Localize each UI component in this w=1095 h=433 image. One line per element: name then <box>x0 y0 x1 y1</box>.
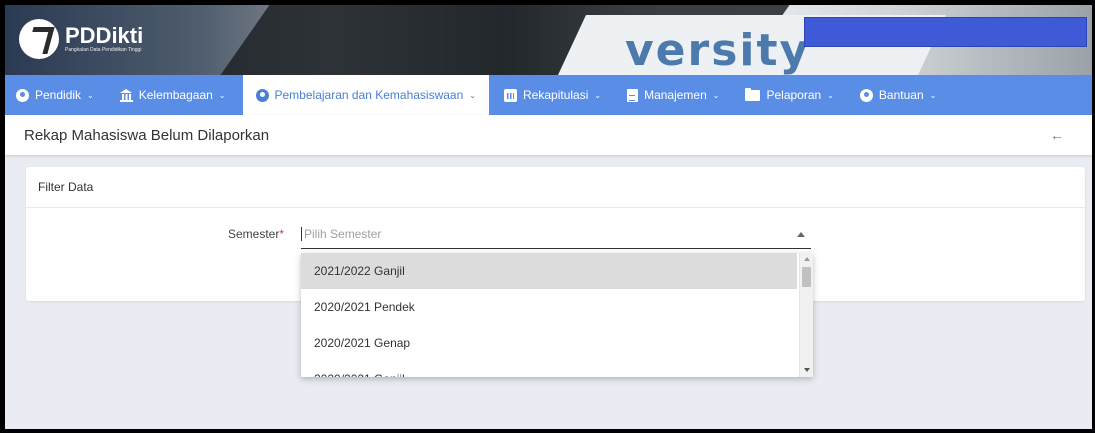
nav-item-rekapitulasi[interactable]: Rekapitulasi ⌄ <box>493 75 612 115</box>
folder-icon <box>745 87 761 101</box>
nav-item-bantuan[interactable]: Bantuan ⌄ <box>849 75 947 115</box>
back-arrow-icon[interactable]: ← <box>1050 127 1064 143</box>
user-info-box[interactable] <box>804 17 1087 47</box>
nav-item-label: Pembelajaran dan Kemahasiswaan <box>274 88 464 102</box>
chevron-down-icon: ⌄ <box>469 90 476 100</box>
nav-item-label: Pelaporan <box>766 88 822 102</box>
semester-label: Semester* <box>227 227 284 241</box>
nav-item-label: Bantuan <box>878 88 924 102</box>
dropdown-option[interactable]: 2021/2022 Ganjil <box>301 253 797 289</box>
chevron-down-icon: ⌄ <box>218 90 226 100</box>
nav-item-kelembagaan[interactable]: Kelembagaan ⌄ <box>109 75 237 115</box>
chevron-down-icon: ⌄ <box>929 90 937 100</box>
nav-item-label: Pendidik <box>35 88 82 102</box>
chart-icon <box>504 88 517 102</box>
required-mark: * <box>279 227 284 241</box>
filter-card-header: Filter Data <box>26 167 1085 208</box>
app-window: versity PDDikti Pangkalan Data Pendidika… <box>5 5 1092 429</box>
header-banner: versity PDDikti Pangkalan Data Pendidika… <box>5 5 1092 75</box>
nav-item-label: Manajemen <box>644 88 707 102</box>
nav-item-pelaporan[interactable]: Pelaporan ⌄ <box>734 75 844 115</box>
page-title: Rekap Mahasiswa Belum Dilaporkan <box>24 126 270 144</box>
caret-up-icon[interactable] <box>797 232 805 237</box>
chevron-down-icon: ⌄ <box>87 90 94 100</box>
scroll-down-icon[interactable] <box>804 368 810 372</box>
dropdown-option[interactable]: 2020/2021 Ganjil <box>301 361 797 377</box>
bank-icon <box>119 88 133 102</box>
nav-item-label: Kelembagaan <box>138 88 213 102</box>
chevron-down-icon: ⌄ <box>594 90 602 100</box>
logo-icon <box>19 19 59 59</box>
chevron-down-icon: ⌄ <box>712 90 720 100</box>
main-nav: Pendidik ⌄ Kelembagaan ⌄ Pembelajaran da… <box>5 75 1092 115</box>
document-icon <box>627 88 639 102</box>
dropdown-option[interactable]: 2020/2021 Genap <box>301 325 797 361</box>
dropdown-scrollbar[interactable] <box>799 253 813 377</box>
nav-item-pendidik[interactable]: Pendidik ⌄ <box>5 75 105 115</box>
semester-select[interactable] <box>301 219 811 249</box>
pddikti-logo[interactable]: PDDikti Pangkalan Data Pendidikan Tinggi <box>19 19 143 59</box>
chevron-down-icon: ⌄ <box>827 90 834 100</box>
nav-item-manajemen[interactable]: Manajemen ⌄ <box>616 75 730 115</box>
user-circle-icon <box>16 88 29 102</box>
page-title-bar: Rekap Mahasiswa Belum Dilaporkan ← <box>5 115 1092 155</box>
dropdown-option[interactable]: 2020/2021 Pendek <box>301 289 797 325</box>
user-circle-icon <box>859 88 873 102</box>
nav-item-label: Rekapitulasi <box>523 88 589 102</box>
semester-dropdown: 2021/2022 Ganjil 2020/2021 Pendek 2020/2… <box>301 253 813 377</box>
scroll-thumb[interactable] <box>802 267 811 287</box>
logo-subtitle: Pangkalan Data Pendidikan Tinggi <box>65 46 142 53</box>
user-circle-icon <box>255 88 269 102</box>
scroll-up-icon[interactable] <box>804 257 810 261</box>
nav-item-pembelajaran[interactable]: Pembelajaran dan Kemahasiswaan ⌄ <box>242 75 489 115</box>
logo-title: PDDikti <box>65 22 144 48</box>
banner-text: versity <box>625 25 811 75</box>
semester-input[interactable] <box>301 227 781 241</box>
